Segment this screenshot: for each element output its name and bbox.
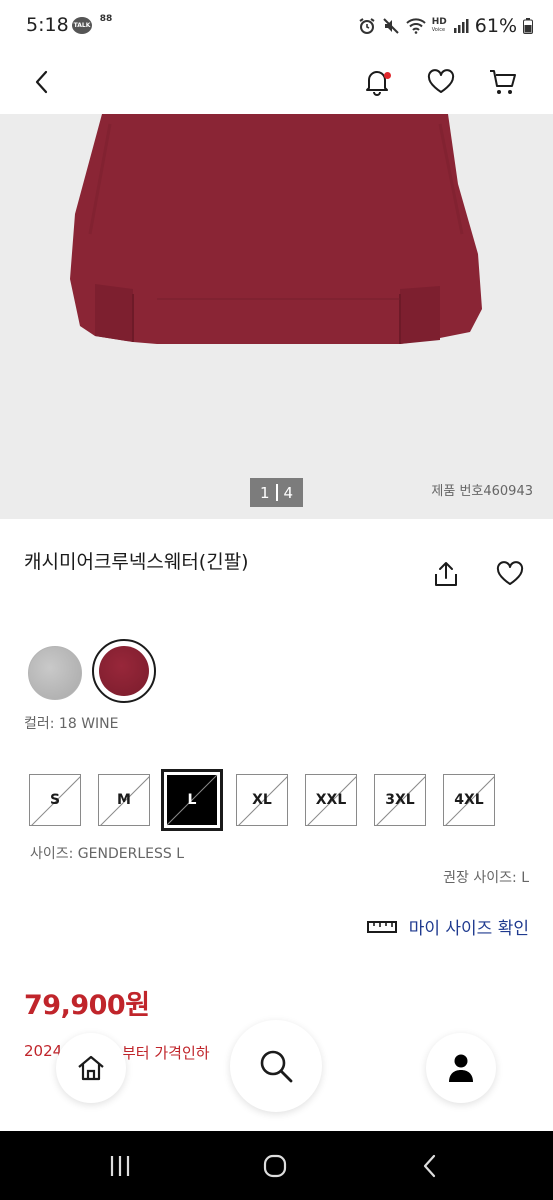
selected-size-label: 사이즈: GENDERLESS L bbox=[30, 846, 184, 862]
size-option-label: XXL bbox=[315, 792, 347, 808]
ruler-icon bbox=[366, 920, 397, 933]
back-nav-button[interactable] bbox=[410, 1151, 450, 1181]
product-image-gallery[interactable]: 1 4 제품 번호460943 bbox=[0, 114, 553, 519]
favorite-button[interactable] bbox=[490, 554, 530, 594]
system-navigation-bar bbox=[0, 1131, 553, 1200]
hd-voice-icon: HD Voice bbox=[432, 18, 447, 34]
color-swatch-wine[interactable] bbox=[92, 639, 156, 703]
cart-icon bbox=[490, 70, 516, 94]
share-icon bbox=[435, 562, 457, 586]
size-option-xl[interactable]: XL bbox=[236, 774, 288, 826]
hd-label: HD bbox=[431, 17, 447, 27]
alarm-icon bbox=[359, 18, 375, 34]
status-icons: HD Voice 61% bbox=[358, 14, 533, 38]
color-swatch-gray[interactable] bbox=[28, 646, 82, 700]
status-time: 5:18 bbox=[26, 14, 69, 36]
app-notification-icon: 88 bbox=[98, 15, 114, 24]
product-number: 제품 번호460943 bbox=[431, 484, 533, 499]
recents-button[interactable] bbox=[100, 1151, 140, 1181]
mute-icon bbox=[383, 18, 399, 34]
size-option-label: 3XL bbox=[385, 792, 415, 808]
size-option-label: XL bbox=[252, 792, 272, 808]
voice-label: Voice bbox=[431, 27, 446, 33]
product-photo bbox=[70, 114, 482, 344]
home-fab-button[interactable] bbox=[56, 1033, 126, 1103]
status-bar: 5:18 TALK 88 HD Voice 61% bbox=[0, 0, 553, 52]
size-option-label: M bbox=[117, 792, 131, 808]
profile-fab-button[interactable] bbox=[426, 1033, 496, 1103]
size-option-label: 4XL bbox=[454, 792, 484, 808]
talk-notification-icon: TALK bbox=[72, 17, 92, 34]
recommended-size: 권장 사이즈: L bbox=[443, 870, 529, 886]
image-counter: 1 4 bbox=[250, 478, 303, 507]
price-note-end: 부터 가격인하 bbox=[122, 1044, 210, 1062]
cart-button[interactable] bbox=[485, 64, 521, 100]
notification-button[interactable] bbox=[359, 64, 395, 100]
my-size-link-label: 마이 사이즈 확인 bbox=[408, 919, 529, 939]
search-icon bbox=[260, 1050, 293, 1083]
heart-icon bbox=[496, 561, 524, 585]
app-notification-label: 88 bbox=[99, 14, 113, 24]
wifi-icon bbox=[406, 18, 426, 34]
signal-icon bbox=[453, 19, 469, 33]
size-option-xxl[interactable]: XXL bbox=[305, 774, 357, 826]
back-chevron-icon bbox=[423, 1154, 436, 1178]
wishlist-button[interactable] bbox=[423, 64, 459, 100]
selected-color-label: 컬러: 18 WINE bbox=[24, 716, 119, 732]
size-option-m[interactable]: M bbox=[98, 774, 150, 826]
size-option-l[interactable]: L bbox=[161, 769, 223, 831]
notification-dot bbox=[384, 72, 391, 79]
app-header bbox=[0, 52, 553, 114]
size-option-label: L bbox=[187, 792, 197, 808]
image-counter-divider bbox=[275, 484, 278, 501]
product-price: 79,900원 bbox=[24, 990, 150, 1021]
share-button[interactable] bbox=[426, 554, 466, 594]
product-title: 캐시미어크루넥스웨터(긴팔) bbox=[24, 551, 249, 573]
my-size-link[interactable]: 마이 사이즈 확인 bbox=[366, 914, 529, 939]
home-icon bbox=[78, 1055, 104, 1081]
chevron-left-icon bbox=[35, 70, 48, 94]
size-option-4xl[interactable]: 4XL bbox=[443, 774, 495, 826]
back-button[interactable] bbox=[24, 64, 60, 100]
size-option-label: S bbox=[49, 792, 61, 808]
search-fab-button[interactable] bbox=[230, 1020, 322, 1112]
home-circle-icon bbox=[263, 1154, 287, 1178]
size-option-s[interactable]: S bbox=[29, 774, 81, 826]
battery-percent: 61% bbox=[474, 15, 517, 37]
image-counter-current: 1 bbox=[259, 483, 270, 502]
home-button[interactable] bbox=[255, 1151, 295, 1181]
color-swatch-wine-fill bbox=[99, 646, 149, 696]
image-counter-total: 4 bbox=[283, 483, 294, 502]
heart-icon bbox=[427, 69, 455, 93]
size-option-3xl[interactable]: 3XL bbox=[374, 774, 426, 826]
user-icon bbox=[449, 1054, 473, 1082]
battery-icon bbox=[523, 18, 533, 34]
recents-icon bbox=[110, 1156, 130, 1176]
